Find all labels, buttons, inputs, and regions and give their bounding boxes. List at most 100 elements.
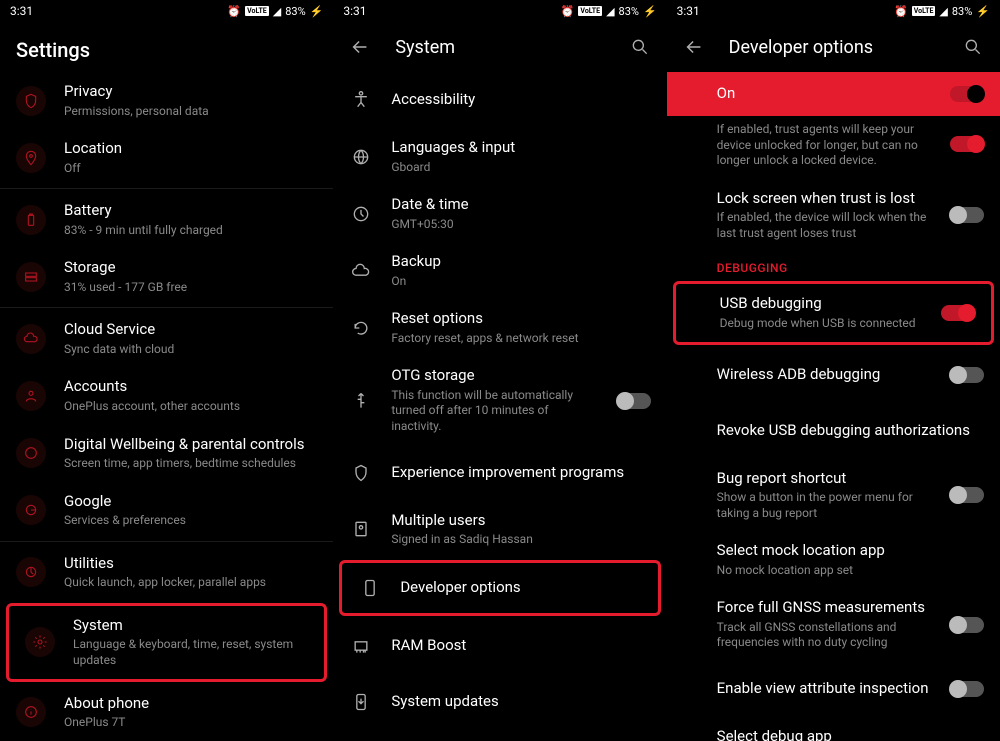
row-backup[interactable]: BackupOn (333, 242, 666, 299)
header: Developer options (667, 22, 1000, 72)
row-view-attr[interactable]: Enable view attribute inspection (667, 661, 1000, 717)
view-attr-toggle[interactable] (950, 681, 984, 697)
user-icon (16, 381, 46, 411)
status-icons: ⏰ VoLTE ◢ 83% ⚡ (894, 5, 990, 18)
trust-toggle[interactable] (950, 136, 984, 152)
settings-list[interactable]: PrivacyPermissions, personal data Locati… (0, 72, 333, 741)
row-experience[interactable]: Experience improvement programs (333, 445, 666, 501)
row-storage[interactable]: Storage31% used - 177 GB free (0, 248, 333, 305)
status-icons: ⏰ VoLTE ◢ 83% ⚡ (561, 5, 657, 18)
page-title: System (395, 37, 604, 58)
row-gnss[interactable]: Force full GNSS measurementsTrack all GN… (667, 588, 1000, 661)
row-location[interactable]: LocationOff (0, 129, 333, 186)
bolt-icon: ⚡ (310, 5, 324, 18)
settings-panel: 3:31 ⏰ VoLTE ◢ 83% ⚡ Settings PrivacyPer… (0, 0, 333, 741)
volte-icon: VoLTE (578, 6, 602, 16)
ram-icon (349, 634, 373, 658)
row-datetime[interactable]: Date & timeGMT+05:30 (333, 185, 666, 242)
row-dev-options[interactable]: Developer options (339, 560, 660, 616)
row-revoke-usb[interactable]: Revoke USB debugging authorizations (667, 403, 1000, 459)
system-list[interactable]: Accessibility Languages & inputGboard Da… (333, 72, 666, 730)
gnss-toggle[interactable] (950, 617, 984, 633)
globe-icon (349, 145, 373, 169)
status-icons: ⏰ VoLTE ◢ 83% ⚡ (227, 5, 323, 18)
battery-pct: 83% (619, 5, 639, 18)
row-users[interactable]: Multiple usersSigned in as Sadiq Hassan (333, 501, 666, 558)
row-battery[interactable]: Battery83% - 9 min until fully charged (0, 191, 333, 248)
row-updates[interactable]: System updates (333, 674, 666, 730)
signal-icon: ◢ (939, 5, 947, 18)
row-cloud[interactable]: Cloud ServiceSync data with cloud (0, 310, 333, 367)
search-icon[interactable] (962, 36, 984, 58)
alarm-icon: ⏰ (894, 5, 908, 18)
page-title: Settings (0, 22, 333, 72)
row-google[interactable]: GoogleServices & preferences (0, 482, 333, 539)
info-icon (16, 697, 46, 727)
header: System (333, 22, 666, 72)
bolt-icon: ⚡ (976, 5, 990, 18)
bugreport-toggle[interactable] (950, 487, 984, 503)
google-icon (16, 495, 46, 525)
utilities-icon (16, 557, 46, 587)
status-time: 3:31 (343, 4, 366, 18)
location-icon (16, 143, 46, 173)
storage-icon (16, 262, 46, 292)
master-toggle-row[interactable]: On (667, 72, 1000, 116)
volte-icon: VoLTE (245, 6, 269, 16)
row-usb-debug[interactable]: USB debuggingDebug mode when USB is conn… (673, 281, 994, 344)
volte-icon: VoLTE (912, 6, 936, 16)
row-lock-trust[interactable]: Lock screen when trust is lostIf enabled… (667, 179, 1000, 252)
status-bar: 3:31 ⏰ VoLTE ◢ 83% ⚡ (0, 0, 333, 22)
row-mock-location[interactable]: Select mock location appNo mock location… (667, 531, 1000, 588)
search-icon[interactable] (629, 36, 651, 58)
row-privacy[interactable]: PrivacyPermissions, personal data (0, 72, 333, 129)
alarm-icon: ⏰ (561, 5, 575, 18)
row-accounts[interactable]: AccountsOnePlus account, other accounts (0, 367, 333, 424)
row-about[interactable]: About phoneOnePlus 7T (0, 684, 333, 741)
shield-icon (16, 86, 46, 116)
row-utilities[interactable]: UtilitiesQuick launch, app locker, paral… (0, 544, 333, 601)
cloud-icon (16, 324, 46, 354)
section-debugging: DEBUGGING (667, 251, 1000, 279)
update-icon (349, 690, 373, 714)
row-ram[interactable]: RAM Boost (333, 618, 666, 674)
accessibility-icon (349, 88, 373, 112)
page-title: Developer options (729, 37, 938, 58)
reset-icon (349, 316, 373, 340)
clock-icon (349, 202, 373, 226)
battery-pct: 83% (952, 5, 972, 18)
usb-debug-toggle[interactable] (941, 305, 975, 321)
master-toggle[interactable] (950, 86, 984, 102)
status-bar: 3:31 ⏰ VoLTE ◢ 83% ⚡ (333, 0, 666, 22)
phone-icon (358, 576, 382, 600)
row-bugreport[interactable]: Bug report shortcutShow a button in the … (667, 459, 1000, 532)
row-trust-agents[interactable]: If enabled, trust agents will keep your … (667, 116, 1000, 179)
dev-options-panel: 3:31 ⏰ VoLTE ◢ 83% ⚡ Developer options O… (667, 0, 1000, 741)
row-otg[interactable]: OTG storageThis function will be automat… (333, 356, 666, 444)
otg-toggle[interactable] (617, 393, 651, 409)
row-wireless-adb[interactable]: Wireless ADB debugging (667, 347, 1000, 403)
battery-pct: 83% (285, 5, 305, 18)
wireless-adb-toggle[interactable] (950, 367, 984, 383)
signal-icon: ◢ (606, 5, 614, 18)
back-icon[interactable] (349, 36, 371, 58)
users-icon (349, 517, 373, 541)
battery-icon (16, 205, 46, 235)
row-system[interactable]: SystemLanguage & keyboard, time, reset, … (6, 603, 327, 682)
badge-icon (349, 461, 373, 485)
status-time: 3:31 (10, 4, 33, 18)
row-languages[interactable]: Languages & inputGboard (333, 128, 666, 185)
usb-icon (349, 389, 373, 413)
dev-list[interactable]: If enabled, trust agents will keep your … (667, 116, 1000, 741)
status-time: 3:31 (677, 4, 700, 18)
alarm-icon: ⏰ (227, 5, 241, 18)
cloud-icon (349, 259, 373, 283)
signal-icon: ◢ (273, 5, 281, 18)
row-reset[interactable]: Reset optionsFactory reset, apps & netwo… (333, 299, 666, 356)
system-panel: 3:31 ⏰ VoLTE ◢ 83% ⚡ System Accessibilit… (333, 0, 666, 741)
lock-trust-toggle[interactable] (950, 207, 984, 223)
row-accessibility[interactable]: Accessibility (333, 72, 666, 128)
row-debug-app[interactable]: Select debug appNo debug application set (667, 717, 1000, 741)
row-wellbeing[interactable]: Digital Wellbeing & parental controlsScr… (0, 425, 333, 482)
back-icon[interactable] (683, 36, 705, 58)
